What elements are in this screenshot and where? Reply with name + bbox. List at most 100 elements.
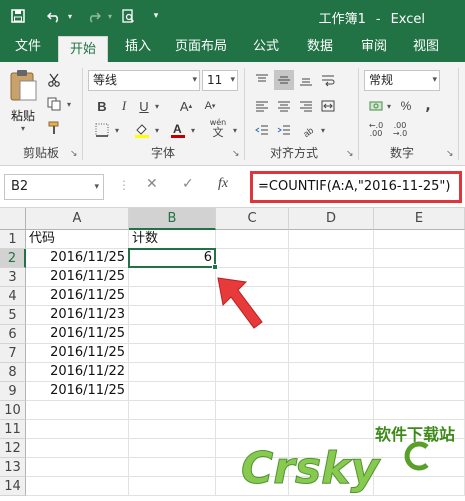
- select-all-corner[interactable]: [0, 208, 26, 230]
- cell-c8[interactable]: [216, 363, 289, 382]
- cell-a6[interactable]: 2016/11/25: [26, 325, 129, 344]
- undo-icon[interactable]: [44, 6, 64, 26]
- cell-b11[interactable]: [129, 420, 216, 439]
- cell-d3[interactable]: [289, 268, 374, 287]
- borders-dropdown-icon[interactable]: ▾: [112, 120, 122, 140]
- row-header-8[interactable]: 8: [0, 363, 26, 382]
- align-middle-icon[interactable]: [274, 70, 294, 90]
- phonetic-dropdown-icon[interactable]: ▾: [230, 120, 240, 140]
- row-header-6[interactable]: 6: [0, 325, 26, 344]
- bold-icon[interactable]: B: [92, 96, 112, 116]
- number-format-select[interactable]: 常规 ▾: [364, 70, 440, 91]
- cell-d8[interactable]: [289, 363, 374, 382]
- row-header-1[interactable]: 1: [0, 230, 26, 249]
- cell-d9[interactable]: [289, 382, 374, 401]
- cell-b13[interactable]: [129, 458, 216, 477]
- align-center-icon[interactable]: [274, 96, 294, 116]
- cell-e6[interactable]: [374, 325, 465, 344]
- cell-d1[interactable]: [289, 230, 374, 249]
- fill-color-dropdown-icon[interactable]: ▾: [152, 120, 162, 140]
- tab-page-layout[interactable]: 页面布局: [168, 32, 234, 62]
- fill-color-icon[interactable]: [132, 120, 152, 140]
- font-launcher-icon[interactable]: ↘: [232, 149, 240, 159]
- cell-b9[interactable]: [129, 382, 216, 401]
- column-header-c[interactable]: C: [216, 208, 289, 230]
- cell-c2[interactable]: [216, 249, 289, 268]
- cell-d2[interactable]: [289, 249, 374, 268]
- cell-e1[interactable]: [374, 230, 465, 249]
- decrease-font-icon[interactable]: A ▾: [200, 96, 220, 116]
- tab-formulas[interactable]: 公式: [244, 32, 288, 62]
- align-left-icon[interactable]: [252, 96, 272, 116]
- cell-b7[interactable]: [129, 344, 216, 363]
- cell-a5[interactable]: 2016/11/23: [26, 306, 129, 325]
- cell-a13[interactable]: [26, 458, 129, 477]
- cell-d5[interactable]: [289, 306, 374, 325]
- name-box[interactable]: B2 ▾: [4, 174, 104, 200]
- row-header-2[interactable]: 2: [0, 249, 26, 268]
- row-header-3[interactable]: 3: [0, 268, 26, 287]
- row-header-7[interactable]: 7: [0, 344, 26, 363]
- cell-e5[interactable]: [374, 306, 465, 325]
- increase-indent-icon[interactable]: [274, 120, 294, 140]
- print-preview-icon[interactable]: [118, 6, 138, 26]
- merge-center-icon[interactable]: [318, 96, 338, 116]
- cell-b5[interactable]: [129, 306, 216, 325]
- underline-dropdown-icon[interactable]: ▾: [152, 96, 162, 116]
- column-header-d[interactable]: D: [289, 208, 374, 230]
- cell-d4[interactable]: [289, 287, 374, 306]
- cancel-icon[interactable]: ✕: [146, 176, 158, 192]
- row-header-9[interactable]: 9: [0, 382, 26, 401]
- alignment-launcher-icon[interactable]: ↘: [346, 149, 354, 159]
- row-header-5[interactable]: 5: [0, 306, 26, 325]
- font-color-icon[interactable]: A: [168, 120, 188, 140]
- tab-home[interactable]: 开始: [58, 36, 108, 62]
- orientation-dropdown-icon[interactable]: ▾: [318, 120, 328, 140]
- cell-a14[interactable]: [26, 477, 129, 496]
- redo-dropdown-icon[interactable]: ▾: [104, 6, 116, 26]
- cell-a1[interactable]: 代码: [26, 230, 129, 249]
- align-right-icon[interactable]: [296, 96, 316, 116]
- save-icon[interactable]: [8, 6, 28, 26]
- cell-b8[interactable]: [129, 363, 216, 382]
- cell-b6[interactable]: [129, 325, 216, 344]
- orientation-icon[interactable]: ab: [298, 120, 318, 140]
- column-header-e[interactable]: E: [374, 208, 465, 230]
- cell-d7[interactable]: [289, 344, 374, 363]
- cell-c7[interactable]: [216, 344, 289, 363]
- cell-a11[interactable]: [26, 420, 129, 439]
- row-header-10[interactable]: 10: [0, 401, 26, 420]
- cell-b3[interactable]: [129, 268, 216, 287]
- font-size-select[interactable]: 11 ▾: [202, 70, 238, 91]
- format-painter-icon[interactable]: [44, 118, 64, 138]
- paste-button[interactable]: 粘贴 ▾: [8, 68, 38, 133]
- column-header-a[interactable]: A: [26, 208, 129, 230]
- cell-d6[interactable]: [289, 325, 374, 344]
- font-color-dropdown-icon[interactable]: ▾: [188, 120, 198, 140]
- cell-b14[interactable]: [129, 477, 216, 496]
- borders-icon[interactable]: [92, 120, 112, 140]
- cell-a9[interactable]: 2016/11/25: [26, 382, 129, 401]
- underline-icon[interactable]: U: [134, 96, 154, 116]
- cell-b10[interactable]: [129, 401, 216, 420]
- tab-review[interactable]: 审阅: [352, 32, 396, 62]
- align-bottom-icon[interactable]: [296, 70, 316, 90]
- cell-e4[interactable]: [374, 287, 465, 306]
- row-header-11[interactable]: 11: [0, 420, 26, 439]
- decrease-decimal-icon[interactable]: .00 →.0: [390, 120, 410, 140]
- accounting-format-icon[interactable]: [366, 96, 386, 116]
- cell-e3[interactable]: [374, 268, 465, 287]
- tab-view[interactable]: 视图: [404, 32, 448, 62]
- tab-data[interactable]: 数据: [298, 32, 342, 62]
- copy-dropdown-icon[interactable]: ▾: [64, 94, 74, 114]
- insert-function-icon[interactable]: fx: [218, 176, 228, 192]
- increase-font-icon[interactable]: A ▴: [176, 96, 196, 116]
- increase-decimal-icon[interactable]: ←.0.00: [366, 120, 386, 140]
- cell-a10[interactable]: [26, 401, 129, 420]
- row-header-13[interactable]: 13: [0, 458, 26, 477]
- align-top-icon[interactable]: [252, 70, 272, 90]
- undo-dropdown-icon[interactable]: ▾: [64, 6, 76, 26]
- cell-e9[interactable]: [374, 382, 465, 401]
- column-header-b[interactable]: B: [129, 208, 216, 230]
- cell-e7[interactable]: [374, 344, 465, 363]
